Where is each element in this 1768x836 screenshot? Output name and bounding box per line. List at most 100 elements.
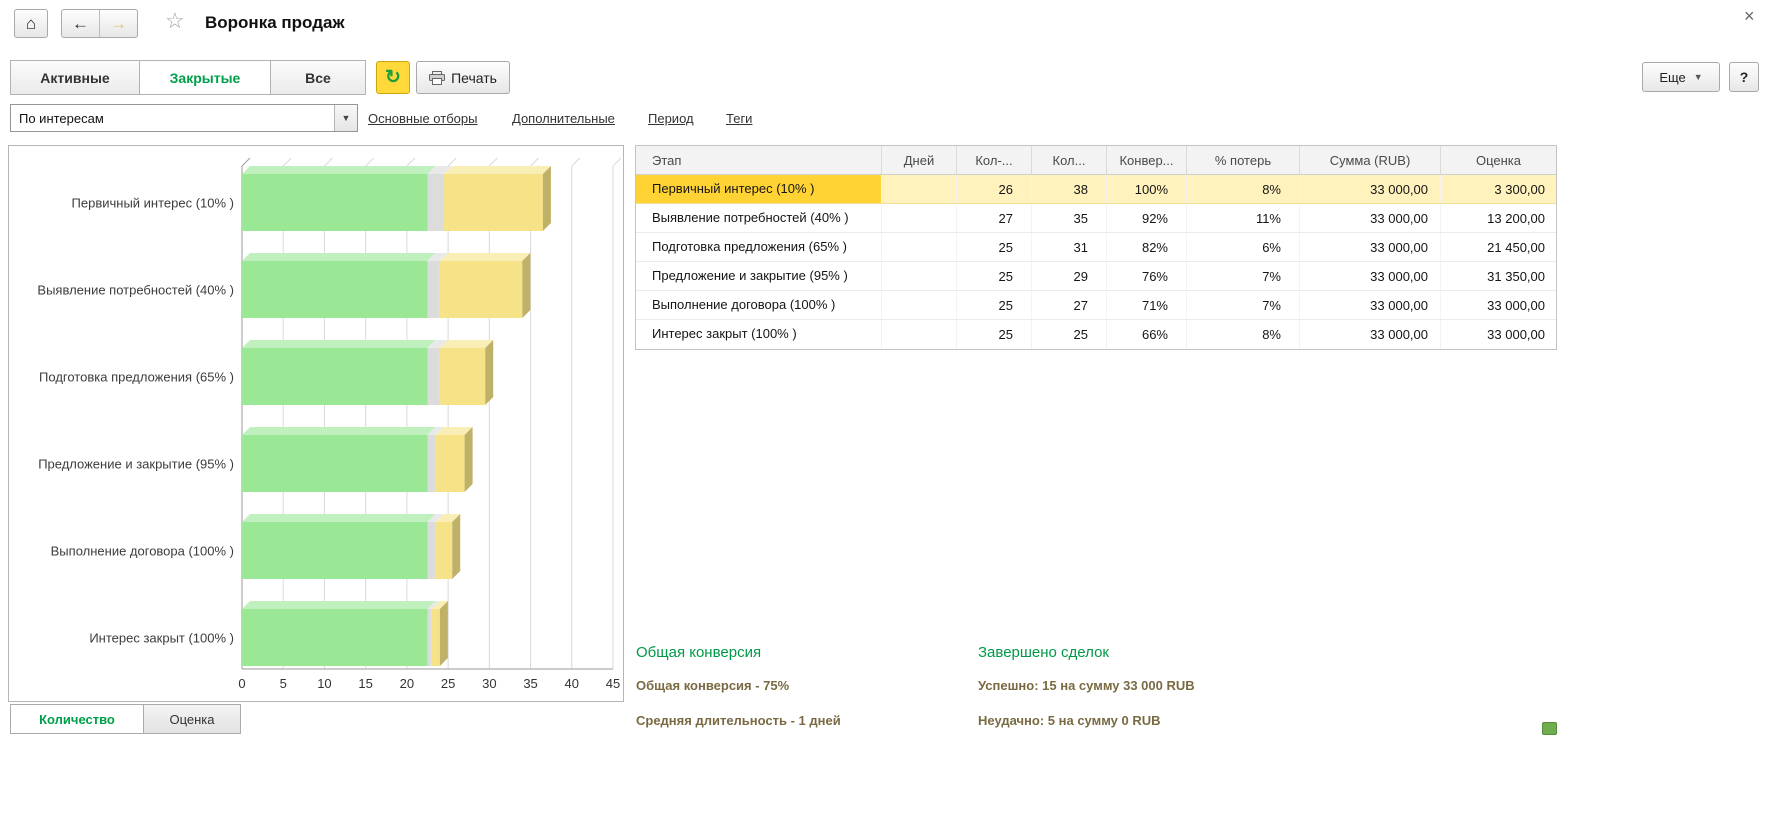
- value-cell[interactable]: 31: [1032, 233, 1107, 261]
- column-header[interactable]: Конвер...: [1107, 146, 1187, 174]
- value-cell[interactable]: 100%: [1107, 175, 1187, 203]
- value-cell[interactable]: 29: [1032, 262, 1107, 290]
- value-cell[interactable]: 27: [957, 204, 1032, 232]
- value-cell[interactable]: 8%: [1187, 175, 1300, 203]
- value-cell[interactable]: 33 000,00: [1441, 320, 1556, 349]
- stage-cell[interactable]: Первичный интерес (10% ): [636, 175, 882, 203]
- column-header[interactable]: % потерь: [1187, 146, 1300, 174]
- bar-segment[interactable]: [428, 609, 432, 666]
- home-button[interactable]: ⌂: [14, 9, 48, 38]
- bar-segment[interactable]: [428, 435, 436, 492]
- value-cell[interactable]: 66%: [1107, 320, 1187, 349]
- value-cell[interactable]: [882, 175, 957, 203]
- bar-segment[interactable]: [242, 174, 428, 231]
- value-cell[interactable]: 13 200,00: [1441, 204, 1556, 232]
- value-cell[interactable]: 26: [957, 175, 1032, 203]
- value-cell[interactable]: [882, 262, 957, 290]
- bar-segment[interactable]: [428, 174, 444, 231]
- stage-cell[interactable]: Интерес закрыт (100% ): [636, 320, 882, 349]
- value-cell[interactable]: [882, 233, 957, 261]
- tab-closed-deals[interactable]: Закрытые: [139, 60, 271, 95]
- value-cell[interactable]: 7%: [1187, 262, 1300, 290]
- bar-segment[interactable]: [242, 261, 428, 318]
- column-header[interactable]: Оценка: [1441, 146, 1556, 174]
- chart-tab-quantity[interactable]: Количество: [10, 704, 144, 734]
- bar-segment[interactable]: [242, 348, 428, 405]
- value-cell[interactable]: 92%: [1107, 204, 1187, 232]
- stage-cell[interactable]: Выполнение договора (100% ): [636, 291, 882, 319]
- bar-segment[interactable]: [440, 261, 522, 318]
- value-cell[interactable]: 25: [957, 320, 1032, 349]
- bar-segment[interactable]: [242, 522, 428, 579]
- link-period[interactable]: Период: [648, 111, 694, 126]
- more-button[interactable]: Еще ▼: [1642, 62, 1720, 92]
- bar-segment[interactable]: [436, 435, 465, 492]
- value-cell[interactable]: 25: [957, 291, 1032, 319]
- bar-segment[interactable]: [242, 609, 428, 666]
- link-main-filters[interactable]: Основные отборы: [368, 111, 477, 126]
- value-cell[interactable]: 21 450,00: [1441, 233, 1556, 261]
- value-cell[interactable]: 7%: [1187, 291, 1300, 319]
- table-row[interactable]: Выполнение договора (100% )252771%7%33 0…: [636, 291, 1556, 320]
- bar-segment[interactable]: [436, 522, 452, 579]
- value-cell[interactable]: 8%: [1187, 320, 1300, 349]
- value-cell[interactable]: 33 000,00: [1300, 175, 1441, 203]
- print-button[interactable]: Печать: [416, 61, 510, 94]
- table-row[interactable]: Выявление потребностей (40% ) 273592%11%3…: [636, 204, 1556, 233]
- link-additional-filters[interactable]: Дополнительные: [512, 111, 615, 126]
- bar-segment[interactable]: [440, 348, 485, 405]
- value-cell[interactable]: 38: [1032, 175, 1107, 203]
- value-cell[interactable]: 33 000,00: [1300, 262, 1441, 290]
- value-cell[interactable]: 6%: [1187, 233, 1300, 261]
- column-header[interactable]: Этап: [636, 146, 882, 174]
- tab-active-deals[interactable]: Активные: [10, 60, 140, 95]
- value-cell[interactable]: 25: [1032, 320, 1107, 349]
- combo-dropdown-button[interactable]: ▼: [334, 105, 357, 131]
- table-row[interactable]: Интерес закрыт (100% )252566%8%33 000,00…: [636, 320, 1556, 349]
- bar-segment[interactable]: [444, 174, 543, 231]
- stage-cell[interactable]: Выявление потребностей (40% ): [636, 204, 882, 232]
- value-cell[interactable]: 31 350,00: [1441, 262, 1556, 290]
- column-header[interactable]: Кол...: [1032, 146, 1107, 174]
- funnel-chart[interactable]: 051015202530354045Первичный интерес (10%…: [9, 146, 621, 701]
- value-cell[interactable]: [882, 320, 957, 349]
- value-cell[interactable]: 71%: [1107, 291, 1187, 319]
- value-cell[interactable]: 33 000,00: [1300, 320, 1441, 349]
- refresh-button[interactable]: ↻: [376, 61, 410, 94]
- tab-all-deals[interactable]: Все: [270, 60, 366, 95]
- chart-tab-score[interactable]: Оценка: [143, 704, 241, 734]
- link-tags[interactable]: Теги: [726, 111, 752, 126]
- column-header[interactable]: Сумма (RUB): [1300, 146, 1441, 174]
- table-row[interactable]: Предложение и закрытие (95% ) 252976%7%33…: [636, 262, 1556, 291]
- bar-segment[interactable]: [428, 261, 440, 318]
- favorite-star-icon[interactable]: ☆: [165, 10, 185, 32]
- value-cell[interactable]: [882, 204, 957, 232]
- back-button[interactable]: ←: [61, 9, 100, 38]
- bar-segment[interactable]: [432, 609, 440, 666]
- forward-button[interactable]: →: [99, 9, 138, 38]
- value-cell[interactable]: 76%: [1107, 262, 1187, 290]
- value-cell[interactable]: 33 000,00: [1300, 291, 1441, 319]
- bar-segment[interactable]: [428, 348, 440, 405]
- bar-segment[interactable]: [242, 435, 428, 492]
- value-cell[interactable]: [882, 291, 957, 319]
- table-row[interactable]: Первичный интерес (10% ) 2638100%8%33 000…: [636, 175, 1556, 204]
- value-cell[interactable]: 82%: [1107, 233, 1187, 261]
- column-header[interactable]: Дней: [882, 146, 957, 174]
- value-cell[interactable]: 25: [957, 262, 1032, 290]
- value-cell[interactable]: 11%: [1187, 204, 1300, 232]
- table-row[interactable]: Подготовка предложения (65% ) 253182%6%33…: [636, 233, 1556, 262]
- grouping-select[interactable]: По интересам ▼: [10, 104, 358, 132]
- value-cell[interactable]: 33 000,00: [1300, 233, 1441, 261]
- stage-cell[interactable]: Предложение и закрытие (95% ): [636, 262, 882, 290]
- stage-cell[interactable]: Подготовка предложения (65% ): [636, 233, 882, 261]
- value-cell[interactable]: 27: [1032, 291, 1107, 319]
- column-header[interactable]: Кол-...: [957, 146, 1032, 174]
- value-cell[interactable]: 25: [957, 233, 1032, 261]
- value-cell[interactable]: 35: [1032, 204, 1107, 232]
- value-cell[interactable]: 33 000,00: [1441, 291, 1556, 319]
- bar-segment[interactable]: [428, 522, 436, 579]
- close-icon[interactable]: ×: [1744, 7, 1755, 25]
- value-cell[interactable]: 33 000,00: [1300, 204, 1441, 232]
- value-cell[interactable]: 3 300,00: [1441, 175, 1556, 203]
